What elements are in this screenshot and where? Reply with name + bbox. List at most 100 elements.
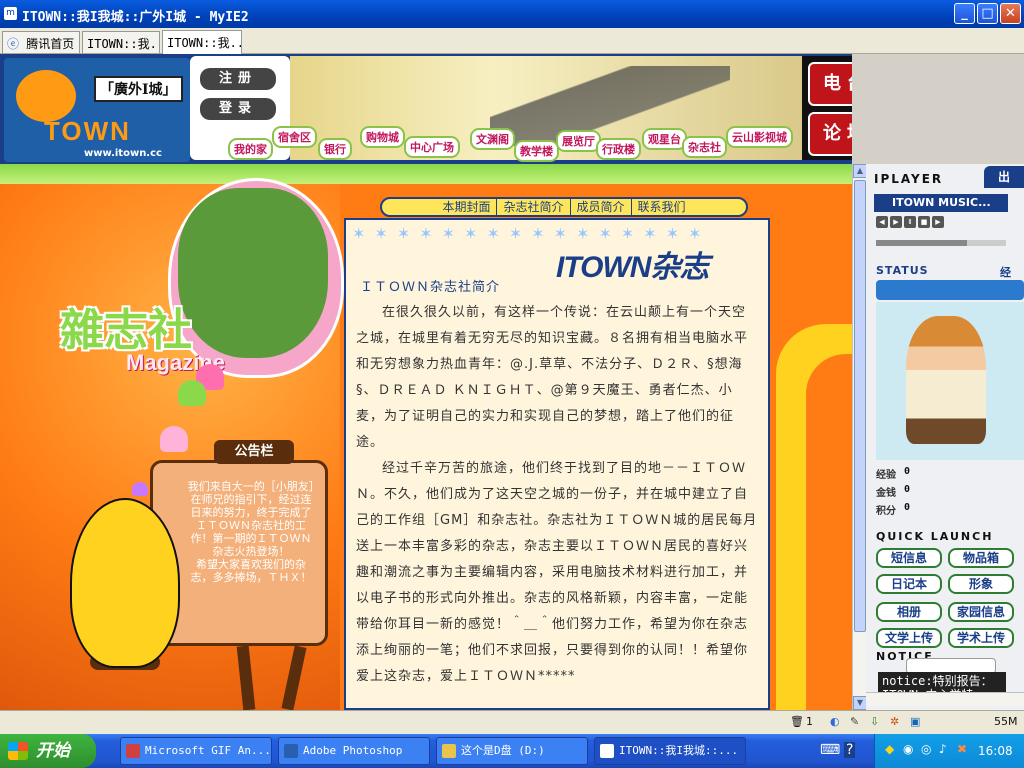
next-icon[interactable]: ▶ bbox=[932, 216, 944, 228]
nav-members[interactable]: 成员简介 bbox=[571, 199, 632, 215]
volume-slider[interactable] bbox=[876, 240, 1006, 246]
quick-album-button[interactable]: 相册 bbox=[876, 602, 942, 622]
task-photoshop[interactable]: Adobe Photoshop bbox=[278, 737, 430, 765]
notice-title: 公告栏 bbox=[214, 440, 294, 464]
town-map-image bbox=[178, 188, 328, 358]
nav-bank[interactable]: 银行 bbox=[318, 138, 352, 160]
quick-inventory-button[interactable]: 物品箱 bbox=[948, 548, 1014, 568]
stop-icon[interactable]: ■ bbox=[918, 216, 930, 228]
ie-icon[interactable]: ◐ bbox=[830, 715, 840, 728]
section-title-cn: 雜志社 bbox=[60, 305, 192, 356]
brush-icon[interactable]: ✎ bbox=[850, 715, 859, 728]
nav-dorm[interactable]: 宿舍区 bbox=[272, 126, 317, 148]
nav-exhibition[interactable]: 展览厅 bbox=[556, 130, 601, 152]
web-page: 「廣外I城」 TOWN www.itown.cc 注册 登录 我的家 宿舍区 银… bbox=[0, 54, 852, 710]
quick-home-info-button[interactable]: 家园信息 bbox=[948, 602, 1014, 622]
tab-itown-1[interactable]: ITOWN::我... bbox=[82, 31, 160, 53]
pause-icon[interactable]: Ⅱ bbox=[904, 216, 916, 228]
status-bar bbox=[876, 280, 1024, 300]
nav-home[interactable]: 我的家 bbox=[228, 138, 273, 160]
title-bar: m ITOWN::我I我城::广外I城 - MyIE2 _ □ ✕ bbox=[0, 0, 1024, 28]
task-gif-animator[interactable]: Microsoft GIF An... bbox=[120, 737, 272, 765]
music-title: ITOWN MUSIC... bbox=[874, 194, 1008, 212]
network-icon[interactable]: ✖ bbox=[957, 742, 967, 756]
green-strip bbox=[0, 164, 852, 184]
nav-cover[interactable]: 本期封面 bbox=[436, 199, 498, 215]
city-silhouette bbox=[490, 66, 730, 146]
volume-icon[interactable]: ♪ bbox=[939, 742, 947, 756]
avatar bbox=[906, 316, 986, 444]
window-icon[interactable]: ▣ bbox=[910, 715, 920, 728]
exit-tab[interactable]: 出 bbox=[984, 166, 1024, 188]
forum-button[interactable]: 论坛 bbox=[808, 112, 852, 156]
nav-contact[interactable]: 联系我们 bbox=[632, 199, 692, 215]
notice-text: 我们来自大一的［小朋友］在师兄的指引下，经过连日来的努力，终于完成了ＩＴＯＷＮ杂… bbox=[186, 480, 316, 584]
memory-usage: 55M bbox=[994, 715, 1018, 728]
tray-icon[interactable]: ◎ bbox=[921, 742, 931, 756]
scroll-thumb[interactable] bbox=[854, 180, 866, 632]
task-itown-browser[interactable]: ITOWN::我I我城::... bbox=[594, 737, 746, 765]
scroll-down-icon[interactable]: ▼ bbox=[853, 696, 867, 710]
folder-icon bbox=[442, 744, 456, 758]
player-label: IPLAYER bbox=[874, 172, 944, 186]
stat-exp-value: 0 bbox=[904, 466, 911, 477]
nav-library[interactable]: 文渊阁 bbox=[470, 128, 515, 150]
task-label: ITOWN::我I我城::... bbox=[619, 744, 739, 757]
itown-magazine-logo: ITOWN杂志 bbox=[556, 251, 709, 284]
minimize-button[interactable]: _ bbox=[954, 3, 975, 24]
play-icon[interactable]: ▶ bbox=[890, 216, 902, 228]
notice-paragraph: 我们来自大一的［小朋友］在师兄的指引下，经过连日来的努力，终于完成了ＩＴＯＷＮ杂… bbox=[187, 480, 315, 558]
nav-magazine[interactable]: 杂志社 bbox=[682, 136, 727, 158]
nav-observatory[interactable]: 观星台 bbox=[642, 128, 687, 150]
clock: 16:08 bbox=[978, 744, 1013, 758]
task-label: Adobe Photoshop bbox=[303, 744, 403, 757]
nav-intro[interactable]: 杂志社简介 bbox=[497, 199, 571, 215]
register-button[interactable]: 注册 bbox=[200, 68, 276, 90]
horizontal-scrollbar[interactable] bbox=[866, 692, 1024, 706]
content-body: 在很久很久以前，有这样一个传说：在云山颠上有一个天空之城，在城里有着无穷无尽的知… bbox=[356, 300, 758, 690]
stat-points-label: 积分 bbox=[876, 506, 896, 517]
tab-tencent[interactable]: ⓔ 腾讯首页 bbox=[2, 31, 80, 53]
tab-bar: ⓔ 腾讯首页 ITOWN::我... ITOWN::我... bbox=[0, 28, 1024, 54]
task-drive-d[interactable]: 这个是D盘 (D:) bbox=[436, 737, 588, 765]
quick-image-button[interactable]: 形象 bbox=[948, 574, 1014, 594]
site-logo[interactable]: 「廣外I城」 TOWN www.itown.cc bbox=[4, 58, 190, 162]
maximize-button[interactable]: □ bbox=[977, 3, 998, 24]
quick-sms-button[interactable]: 短信息 bbox=[876, 548, 942, 568]
tab-label: ITOWN::我... bbox=[87, 37, 159, 51]
logo-brand: TOWN bbox=[44, 116, 131, 146]
tab-itown-2[interactable]: ITOWN::我... bbox=[162, 30, 242, 54]
help-icon[interactable]: ? bbox=[844, 742, 856, 758]
nav-teaching[interactable]: 教学楼 bbox=[514, 140, 559, 162]
stat-points-value: 0 bbox=[904, 502, 911, 513]
heart-icon bbox=[160, 426, 188, 452]
gif-animator-icon bbox=[126, 744, 140, 758]
keyboard-icon[interactable]: ⌨ bbox=[820, 742, 840, 758]
notice-paragraph: 希望大家喜欢我们的杂志，多多捧场，ＴＨＸ！ bbox=[190, 558, 312, 584]
windows-logo-icon bbox=[8, 742, 28, 760]
settings-icon[interactable]: ✲ bbox=[890, 715, 899, 728]
heart-icon bbox=[132, 482, 148, 496]
nav-admin[interactable]: 行政楼 bbox=[596, 138, 641, 160]
radio-button[interactable]: 电台 bbox=[808, 62, 852, 106]
nav-center-square[interactable]: 中心广场 bbox=[404, 136, 460, 158]
window-title: ITOWN::我I我城::广外I城 - MyIE2 bbox=[22, 10, 249, 25]
tray-icon[interactable]: ◆ bbox=[885, 742, 894, 756]
nav-cinema[interactable]: 云山影视城 bbox=[726, 126, 793, 148]
start-button[interactable]: 开始 bbox=[0, 734, 96, 768]
download-icon[interactable]: ⇩ bbox=[870, 715, 879, 728]
star-divider: ✶✶✶✶✶✶✶✶✶✶✶✶✶✶✶✶ bbox=[352, 224, 711, 242]
vertical-scrollbar[interactable]: ▲ ▼ bbox=[852, 164, 867, 710]
scroll-up-icon[interactable]: ▲ bbox=[853, 164, 867, 178]
quick-academic-upload-button[interactable]: 学术上传 bbox=[948, 628, 1014, 648]
mascot-character bbox=[70, 498, 180, 668]
quick-diary-button[interactable]: 日记本 bbox=[876, 574, 942, 594]
paragraph: 经过千辛万苦的旅途，他们终于找到了目的地－－ＩＴＯＷＮ。不久，他们成为了这天空之… bbox=[356, 461, 758, 684]
tray-icon[interactable]: ◉ bbox=[903, 742, 913, 756]
content-heading: ＩＴＯＷＮ杂志社简介 bbox=[360, 280, 501, 295]
close-button[interactable]: ✕ bbox=[1000, 3, 1021, 24]
quick-lit-upload-button[interactable]: 文学上传 bbox=[876, 628, 942, 648]
prev-icon[interactable]: ◀ bbox=[876, 216, 888, 228]
nav-shopping[interactable]: 购物城 bbox=[360, 126, 405, 148]
login-button[interactable]: 登录 bbox=[200, 98, 276, 120]
